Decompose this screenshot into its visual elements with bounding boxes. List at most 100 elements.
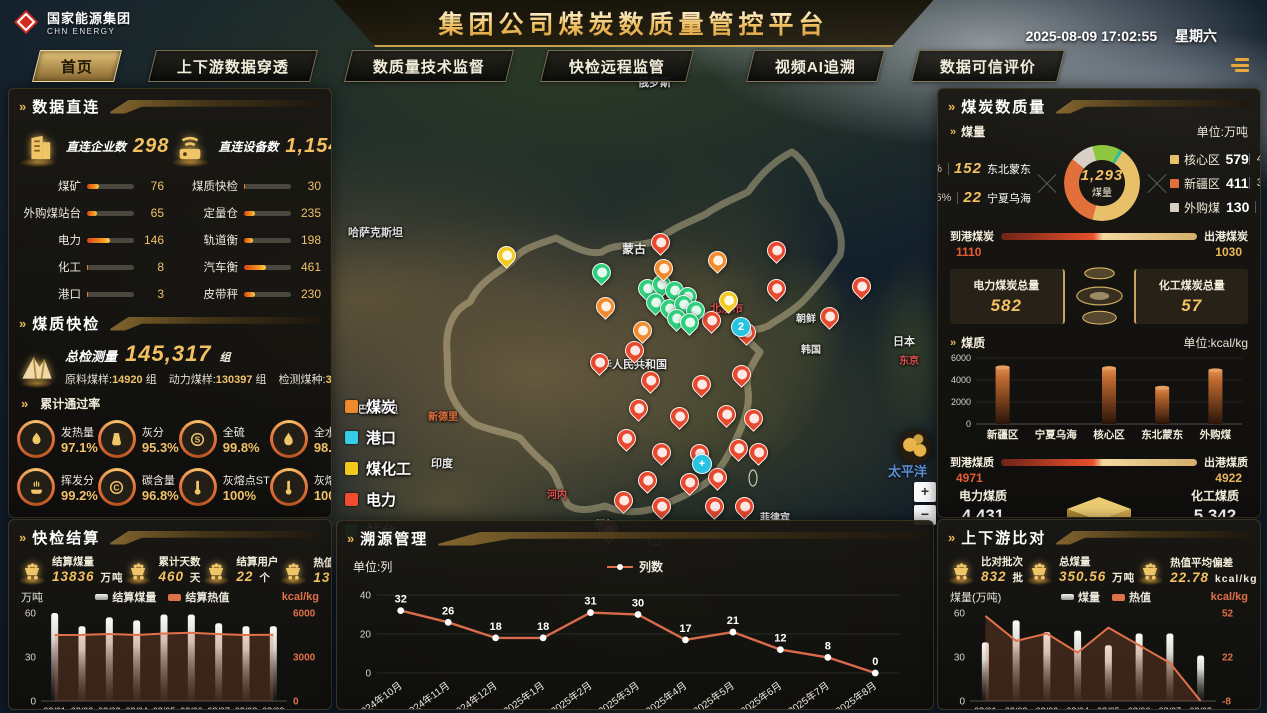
- section-decoration: [438, 532, 923, 546]
- svg-text:08/06: 08/06: [180, 706, 203, 710]
- bar-series-icon: [95, 594, 108, 600]
- svg-text:宁夏乌海: 宁夏乌海: [1035, 428, 1077, 441]
- gauge-percent: 99.2%: [61, 488, 98, 503]
- svg-text:08/07: 08/07: [207, 706, 230, 710]
- item-percent: 43.9%: [1249, 153, 1261, 165]
- item-percent: 1.6%: [937, 192, 958, 204]
- main-nav: 首页上下游数据穿透数质量技术监督快检远程监管视频AI追溯数据可信评价: [36, 50, 1095, 82]
- gauge-ring: S: [179, 420, 217, 458]
- svg-text:08/02: 08/02: [1005, 706, 1028, 710]
- svg-text:08/04: 08/04: [1066, 706, 1089, 710]
- quantity-label: 煤量: [961, 123, 985, 140]
- gauge-name: 挥发分: [61, 472, 98, 488]
- quality-flow: 到港煤质 出港煤质 4971 4922: [938, 447, 1260, 485]
- svg-text:2025年4月: 2025年4月: [643, 679, 689, 710]
- svg-text:0: 0: [959, 697, 965, 708]
- gauge-ring: [17, 468, 55, 506]
- section-arrow-icon: »: [19, 530, 26, 545]
- svg-text:08/03: 08/03: [98, 706, 121, 710]
- minecart-icon: [201, 556, 231, 584]
- quality-unit: 单位:kcal/kg: [1183, 334, 1248, 351]
- legend-color-swatch: [345, 493, 358, 506]
- compare-legend: 煤量 热值: [1061, 589, 1151, 605]
- nav-tab-1[interactable]: 首页: [32, 50, 122, 82]
- minecart-icon: [1135, 556, 1165, 584]
- pass-rate-gauge: 全水98.0%: [270, 420, 332, 458]
- bar-value: 3: [134, 287, 164, 301]
- map-pin-port[interactable]: 2: [731, 317, 751, 337]
- direct-link-stat: 直连企业数298: [17, 126, 169, 166]
- globe-icon[interactable]: [898, 430, 932, 464]
- svg-text:2025年5月: 2025年5月: [690, 679, 736, 710]
- section-decoration: [110, 531, 321, 545]
- bar-label: 电力: [19, 232, 81, 248]
- quality-chart-svg: 0200040006000新疆区宁夏乌海核心区东北蒙东外购煤: [942, 352, 1248, 442]
- gauge-percent: 97.1%: [61, 440, 98, 455]
- stat-unit: 个: [255, 572, 270, 584]
- coal-quantity-donut: 1,293 煤量: [1064, 145, 1140, 221]
- legend-color-swatch: [345, 462, 358, 475]
- svg-text:08/08: 08/08: [1189, 706, 1212, 710]
- chem-quality: 化工煤质 5,342: [1184, 487, 1246, 518]
- chevrons-icon: »: [950, 126, 956, 138]
- bar-label: 外购煤站台: [19, 205, 81, 221]
- stat-unit: 万吨: [97, 572, 124, 584]
- map-place-label: 韩国: [801, 341, 821, 356]
- gauge-name: 灰分: [142, 424, 179, 440]
- nav-tab-2[interactable]: 上下游数据穿透: [148, 50, 318, 82]
- bar-label: 港口: [19, 286, 81, 302]
- nav-tab-6[interactable]: 数据可信评价: [911, 50, 1065, 82]
- bar-value: 461: [291, 260, 321, 274]
- svg-text:31: 31: [584, 596, 596, 608]
- chem-quality-value: 5,342: [1194, 506, 1237, 518]
- map-zoom-in-button[interactable]: +: [914, 482, 936, 502]
- quantity-donut-row: 11.5%152东北蒙东1.6%22宁夏乌海 1,293 煤量 核心区57943…: [938, 141, 1260, 221]
- date-time-text: 2025-08-09 17:02:55: [1026, 28, 1158, 44]
- svg-text:C: C: [114, 482, 120, 492]
- svg-text:18: 18: [537, 621, 549, 633]
- nav-tab-4[interactable]: 快检远程监管: [540, 50, 694, 82]
- power-coal-total-value: 582: [954, 296, 1059, 316]
- power-quality-label: 电力煤质: [959, 487, 1007, 504]
- stat-value: 460 天: [158, 569, 201, 585]
- stat-label: 比对批次: [981, 554, 1024, 569]
- item-percent: 31.2%: [1249, 177, 1261, 189]
- logo-text-zh: 国家能源集团: [47, 8, 131, 27]
- svg-text:新疆区: 新疆区: [987, 428, 1019, 441]
- section-decoration: [110, 100, 321, 114]
- section-arrow-icon: »: [347, 531, 354, 546]
- bar-label: 皮带秤: [176, 286, 238, 302]
- map-place-label: 蒙古: [622, 240, 646, 257]
- stat-label: 累计天数: [158, 554, 201, 569]
- gauge-percent: 99.8%: [223, 440, 260, 455]
- gauge-name: 全硫: [223, 424, 260, 440]
- item-label: 外购煤: [1184, 199, 1226, 216]
- summary-stat: 比对批次832 批: [946, 554, 1024, 585]
- menu-icon[interactable]: [1227, 58, 1249, 74]
- coal-quality-header: » 煤炭数质量 当月: [938, 89, 1260, 120]
- legend-label: 热值: [1129, 589, 1151, 605]
- summary-stat: 结算用户22 个: [201, 554, 278, 585]
- nav-tab-3[interactable]: 数质量技术监督: [344, 50, 514, 82]
- minecart-icon: [278, 556, 308, 584]
- gauge-percent: 100%: [223, 488, 270, 503]
- legend-label: 煤量: [1078, 589, 1100, 605]
- trace-legend: 列数: [607, 558, 663, 575]
- device-icon: [169, 126, 211, 166]
- chevrons-icon: »: [950, 337, 956, 349]
- svg-text:08/05: 08/05: [1097, 706, 1120, 710]
- carbon-icon: C: [101, 471, 133, 503]
- port-flow: 到港煤炭 出港煤炭 1110 1030: [938, 221, 1260, 259]
- compare-header: » 上下游比对 当月: [938, 520, 1260, 551]
- svg-text:60: 60: [25, 609, 37, 620]
- gauge-percent: 100%: [314, 488, 332, 503]
- svg-text:0: 0: [365, 669, 371, 680]
- map-pin-port[interactable]: +: [692, 454, 712, 474]
- qflow-left-label: 到港煤质: [950, 454, 994, 470]
- coal-quality-title: 煤炭数质量: [961, 96, 1046, 117]
- svg-text:30: 30: [632, 598, 644, 610]
- compare-title: 上下游比对: [961, 527, 1046, 548]
- metric-bar-row: 外购煤站台65: [19, 205, 164, 221]
- nav-tab-5[interactable]: 视频AI追溯: [746, 50, 885, 82]
- chevrons-icon: »: [21, 396, 28, 411]
